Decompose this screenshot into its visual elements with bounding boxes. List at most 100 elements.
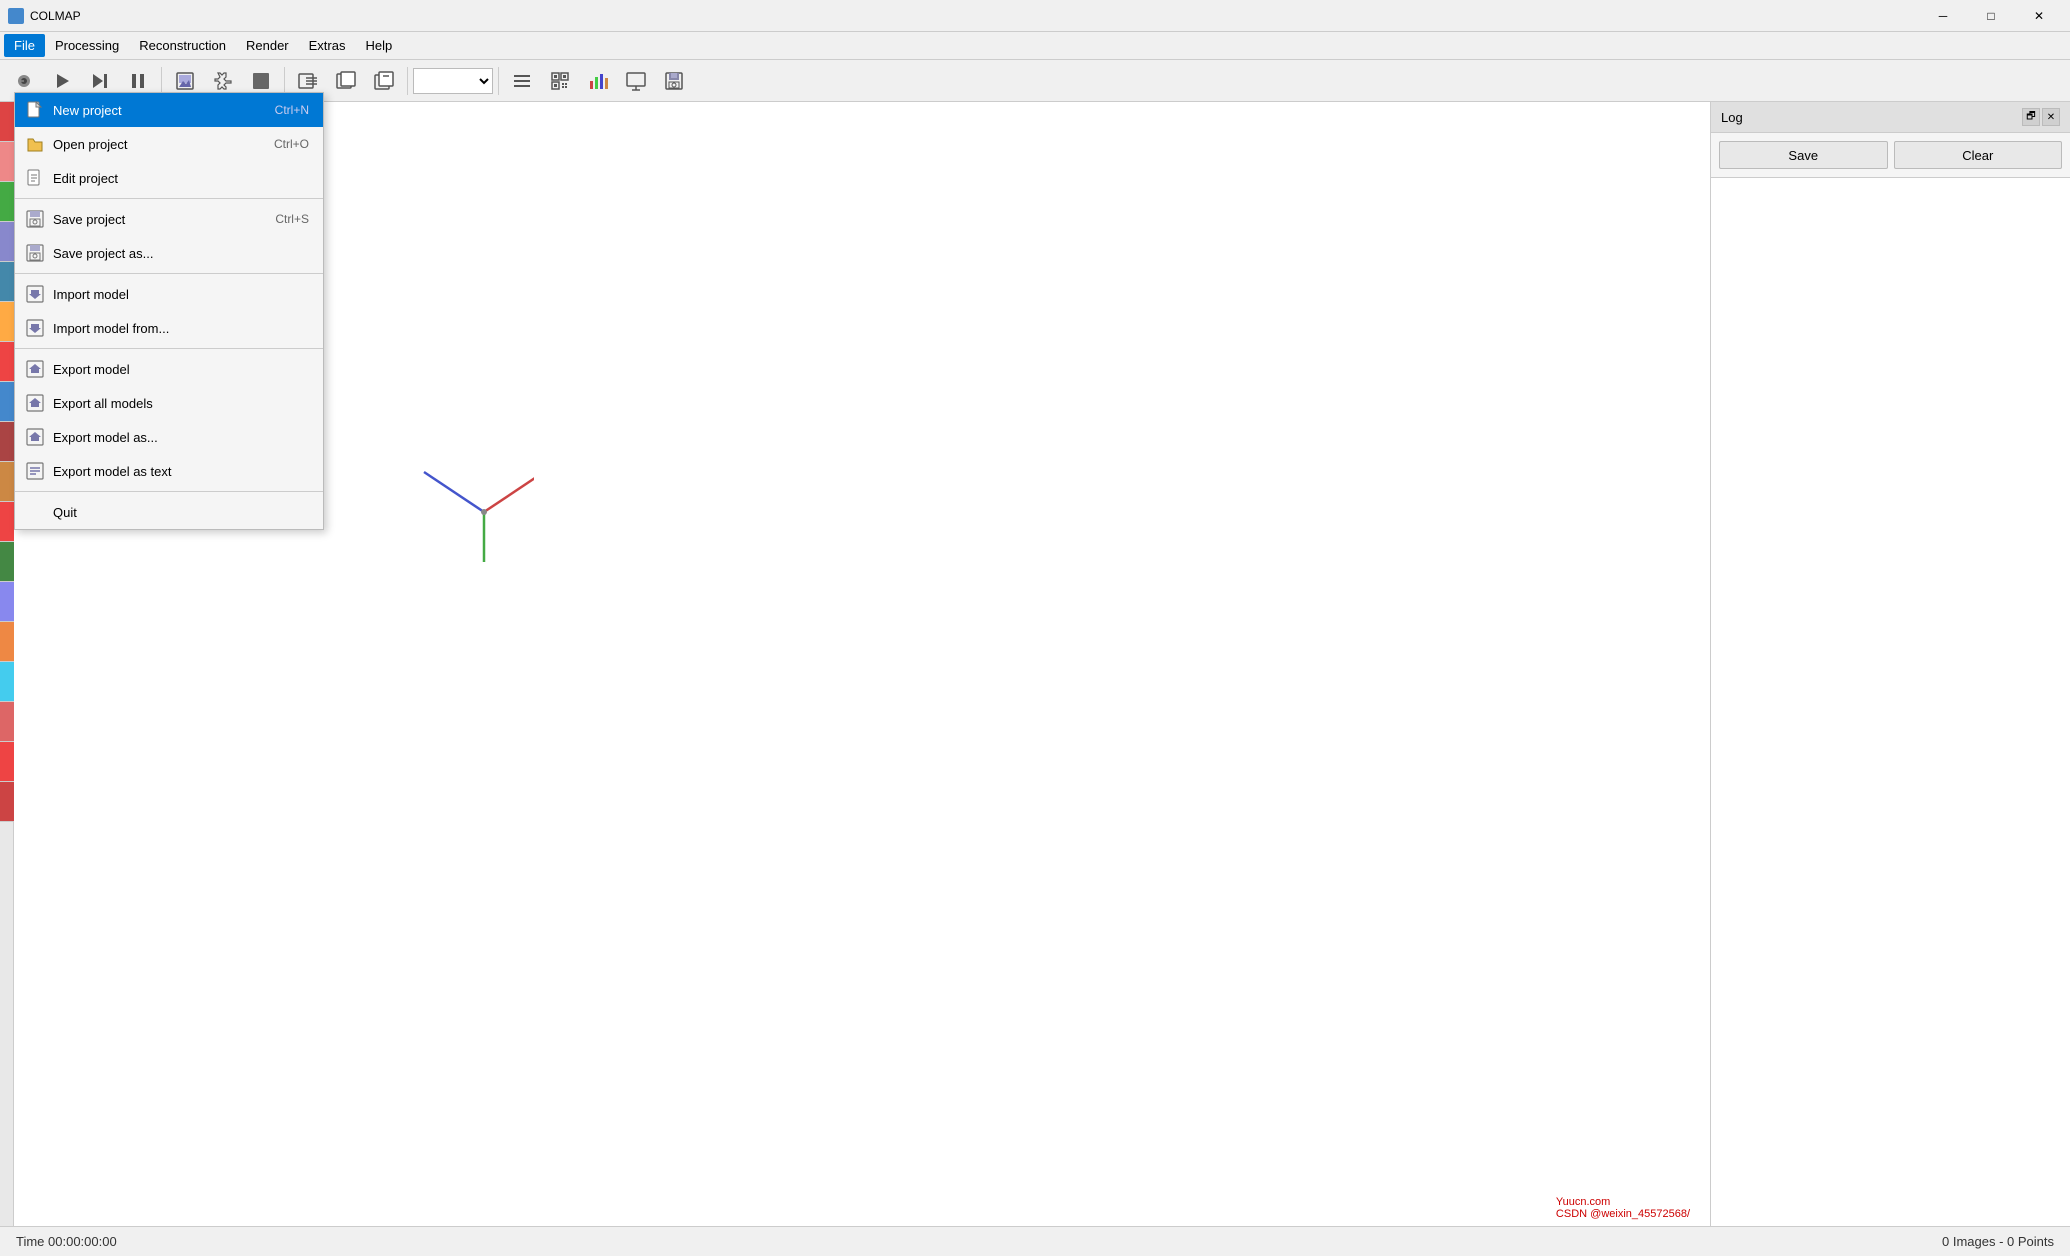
separator-3 (407, 67, 408, 95)
import-model-from-icon (25, 318, 45, 338)
export-all-models-icon (25, 393, 45, 413)
quit-icon (25, 502, 45, 522)
menu-open-project[interactable]: Open project Ctrl+O (15, 127, 323, 161)
menu-quit[interactable]: Quit (15, 495, 323, 529)
export3-btn[interactable] (366, 64, 402, 98)
menu-export-model-as-text[interactable]: Export model as text (15, 454, 323, 488)
window-title: COLMAP (30, 9, 1920, 23)
minimize-button[interactable]: ─ (1920, 0, 1966, 32)
separator-1 (161, 67, 162, 95)
new-project-icon (25, 100, 45, 120)
monitor-view-btn[interactable] (618, 64, 654, 98)
log-panel: Log 🗗 ✕ Save Clear (1710, 102, 2070, 1226)
sidebar-color-10 (0, 462, 14, 502)
separator-3 (15, 348, 323, 349)
export-model-as-icon (25, 427, 45, 447)
sidebar-color-18 (0, 782, 14, 822)
separator-1 (15, 198, 323, 199)
file-menu-dropdown: New project Ctrl+N Open project Ctrl+O E… (14, 92, 324, 530)
import-model-from-label: Import model from... (53, 321, 289, 336)
separator-2 (15, 273, 323, 274)
separator-2 (284, 67, 285, 95)
save-view-btn[interactable] (656, 64, 692, 98)
sidebar-color-1 (0, 102, 14, 142)
list-view-btn[interactable] (504, 64, 540, 98)
open-project-shortcut: Ctrl+O (274, 137, 309, 151)
menu-new-project[interactable]: New project Ctrl+N (15, 93, 323, 127)
sidebar-color-7 (0, 342, 14, 382)
status-bar: Time 00:00:00:00 0 Images - 0 Points (0, 1226, 2070, 1256)
menu-file[interactable]: File (4, 34, 45, 57)
save-project-icon (25, 209, 45, 229)
log-header: Log 🗗 ✕ (1711, 102, 2070, 133)
import-model-label: Import model (53, 287, 289, 302)
menu-render[interactable]: Render (236, 34, 299, 57)
sidebar-color-14 (0, 622, 14, 662)
export-model-label: Export model (53, 362, 289, 377)
menu-export-model[interactable]: Export model (15, 352, 323, 386)
save-project-as-label: Save project as... (53, 246, 289, 261)
export-all-models-label: Export all models (53, 396, 289, 411)
menu-edit-project[interactable]: Edit project (15, 161, 323, 195)
log-buttons: Save Clear (1711, 133, 2070, 178)
sidebar-color-16 (0, 702, 14, 742)
window-controls: ─ □ ✕ (1920, 0, 2062, 32)
sidebar-color-11 (0, 502, 14, 542)
export-model-as-text-label: Export model as text (53, 464, 289, 479)
left-sidebar (0, 102, 14, 1226)
new-project-label: New project (53, 103, 255, 118)
separator-4 (498, 67, 499, 95)
open-project-label: Open project (53, 137, 254, 152)
save-project-shortcut: Ctrl+S (275, 212, 309, 226)
sidebar-color-9 (0, 422, 14, 462)
sidebar-color-5 (0, 262, 14, 302)
sidebar-color-3 (0, 182, 14, 222)
model-dropdown[interactable] (413, 68, 493, 94)
open-project-icon (25, 134, 45, 154)
status-time: Time 00:00:00:00 (16, 1234, 1942, 1249)
sidebar-color-13 (0, 582, 14, 622)
log-title: Log (1721, 110, 1743, 125)
save-project-as-icon (25, 243, 45, 263)
separator-4 (15, 491, 323, 492)
menu-save-project-as[interactable]: Save project as... (15, 236, 323, 270)
log-save-btn[interactable]: Save (1719, 141, 1888, 169)
edit-project-label: Edit project (53, 171, 289, 186)
menu-extras[interactable]: Extras (299, 34, 356, 57)
menu-bar: File Processing Reconstruction Render Ex… (0, 32, 2070, 60)
menu-reconstruction[interactable]: Reconstruction (129, 34, 236, 57)
new-project-shortcut: Ctrl+N (275, 103, 309, 117)
sidebar-color-4 (0, 222, 14, 262)
export2-btn[interactable] (328, 64, 364, 98)
menu-processing[interactable]: Processing (45, 34, 129, 57)
save-project-label: Save project (53, 212, 255, 227)
menu-save-project[interactable]: Save project Ctrl+S (15, 202, 323, 236)
sidebar-color-2 (0, 142, 14, 182)
export-model-icon (25, 359, 45, 379)
log-close-btn[interactable]: ✕ (2042, 108, 2060, 126)
quit-label: Quit (53, 505, 289, 520)
menu-import-model[interactable]: Import model (15, 277, 323, 311)
axis-cross (414, 442, 534, 562)
chart-view-btn[interactable] (580, 64, 616, 98)
title-bar: COLMAP ─ □ ✕ (0, 0, 2070, 32)
sidebar-color-12 (0, 542, 14, 582)
sidebar-color-17 (0, 742, 14, 782)
import-model-icon (25, 284, 45, 304)
menu-export-all-models[interactable]: Export all models (15, 386, 323, 420)
log-undock-btn[interactable]: 🗗 (2022, 108, 2040, 126)
menu-import-model-from[interactable]: Import model from... (15, 311, 323, 345)
sidebar-color-15 (0, 662, 14, 702)
close-button[interactable]: ✕ (2016, 0, 2062, 32)
export-model-as-text-icon (25, 461, 45, 481)
menu-help[interactable]: Help (355, 34, 402, 57)
log-clear-btn[interactable]: Clear (1894, 141, 2063, 169)
export-model-as-label: Export model as... (53, 430, 289, 445)
maximize-button[interactable]: □ (1968, 0, 2014, 32)
log-content (1711, 178, 2070, 1226)
sidebar-color-8 (0, 382, 14, 422)
menu-export-model-as[interactable]: Export model as... (15, 420, 323, 454)
app-icon (8, 8, 24, 24)
qr-view-btn[interactable] (542, 64, 578, 98)
log-header-controls: 🗗 ✕ (2022, 108, 2060, 126)
